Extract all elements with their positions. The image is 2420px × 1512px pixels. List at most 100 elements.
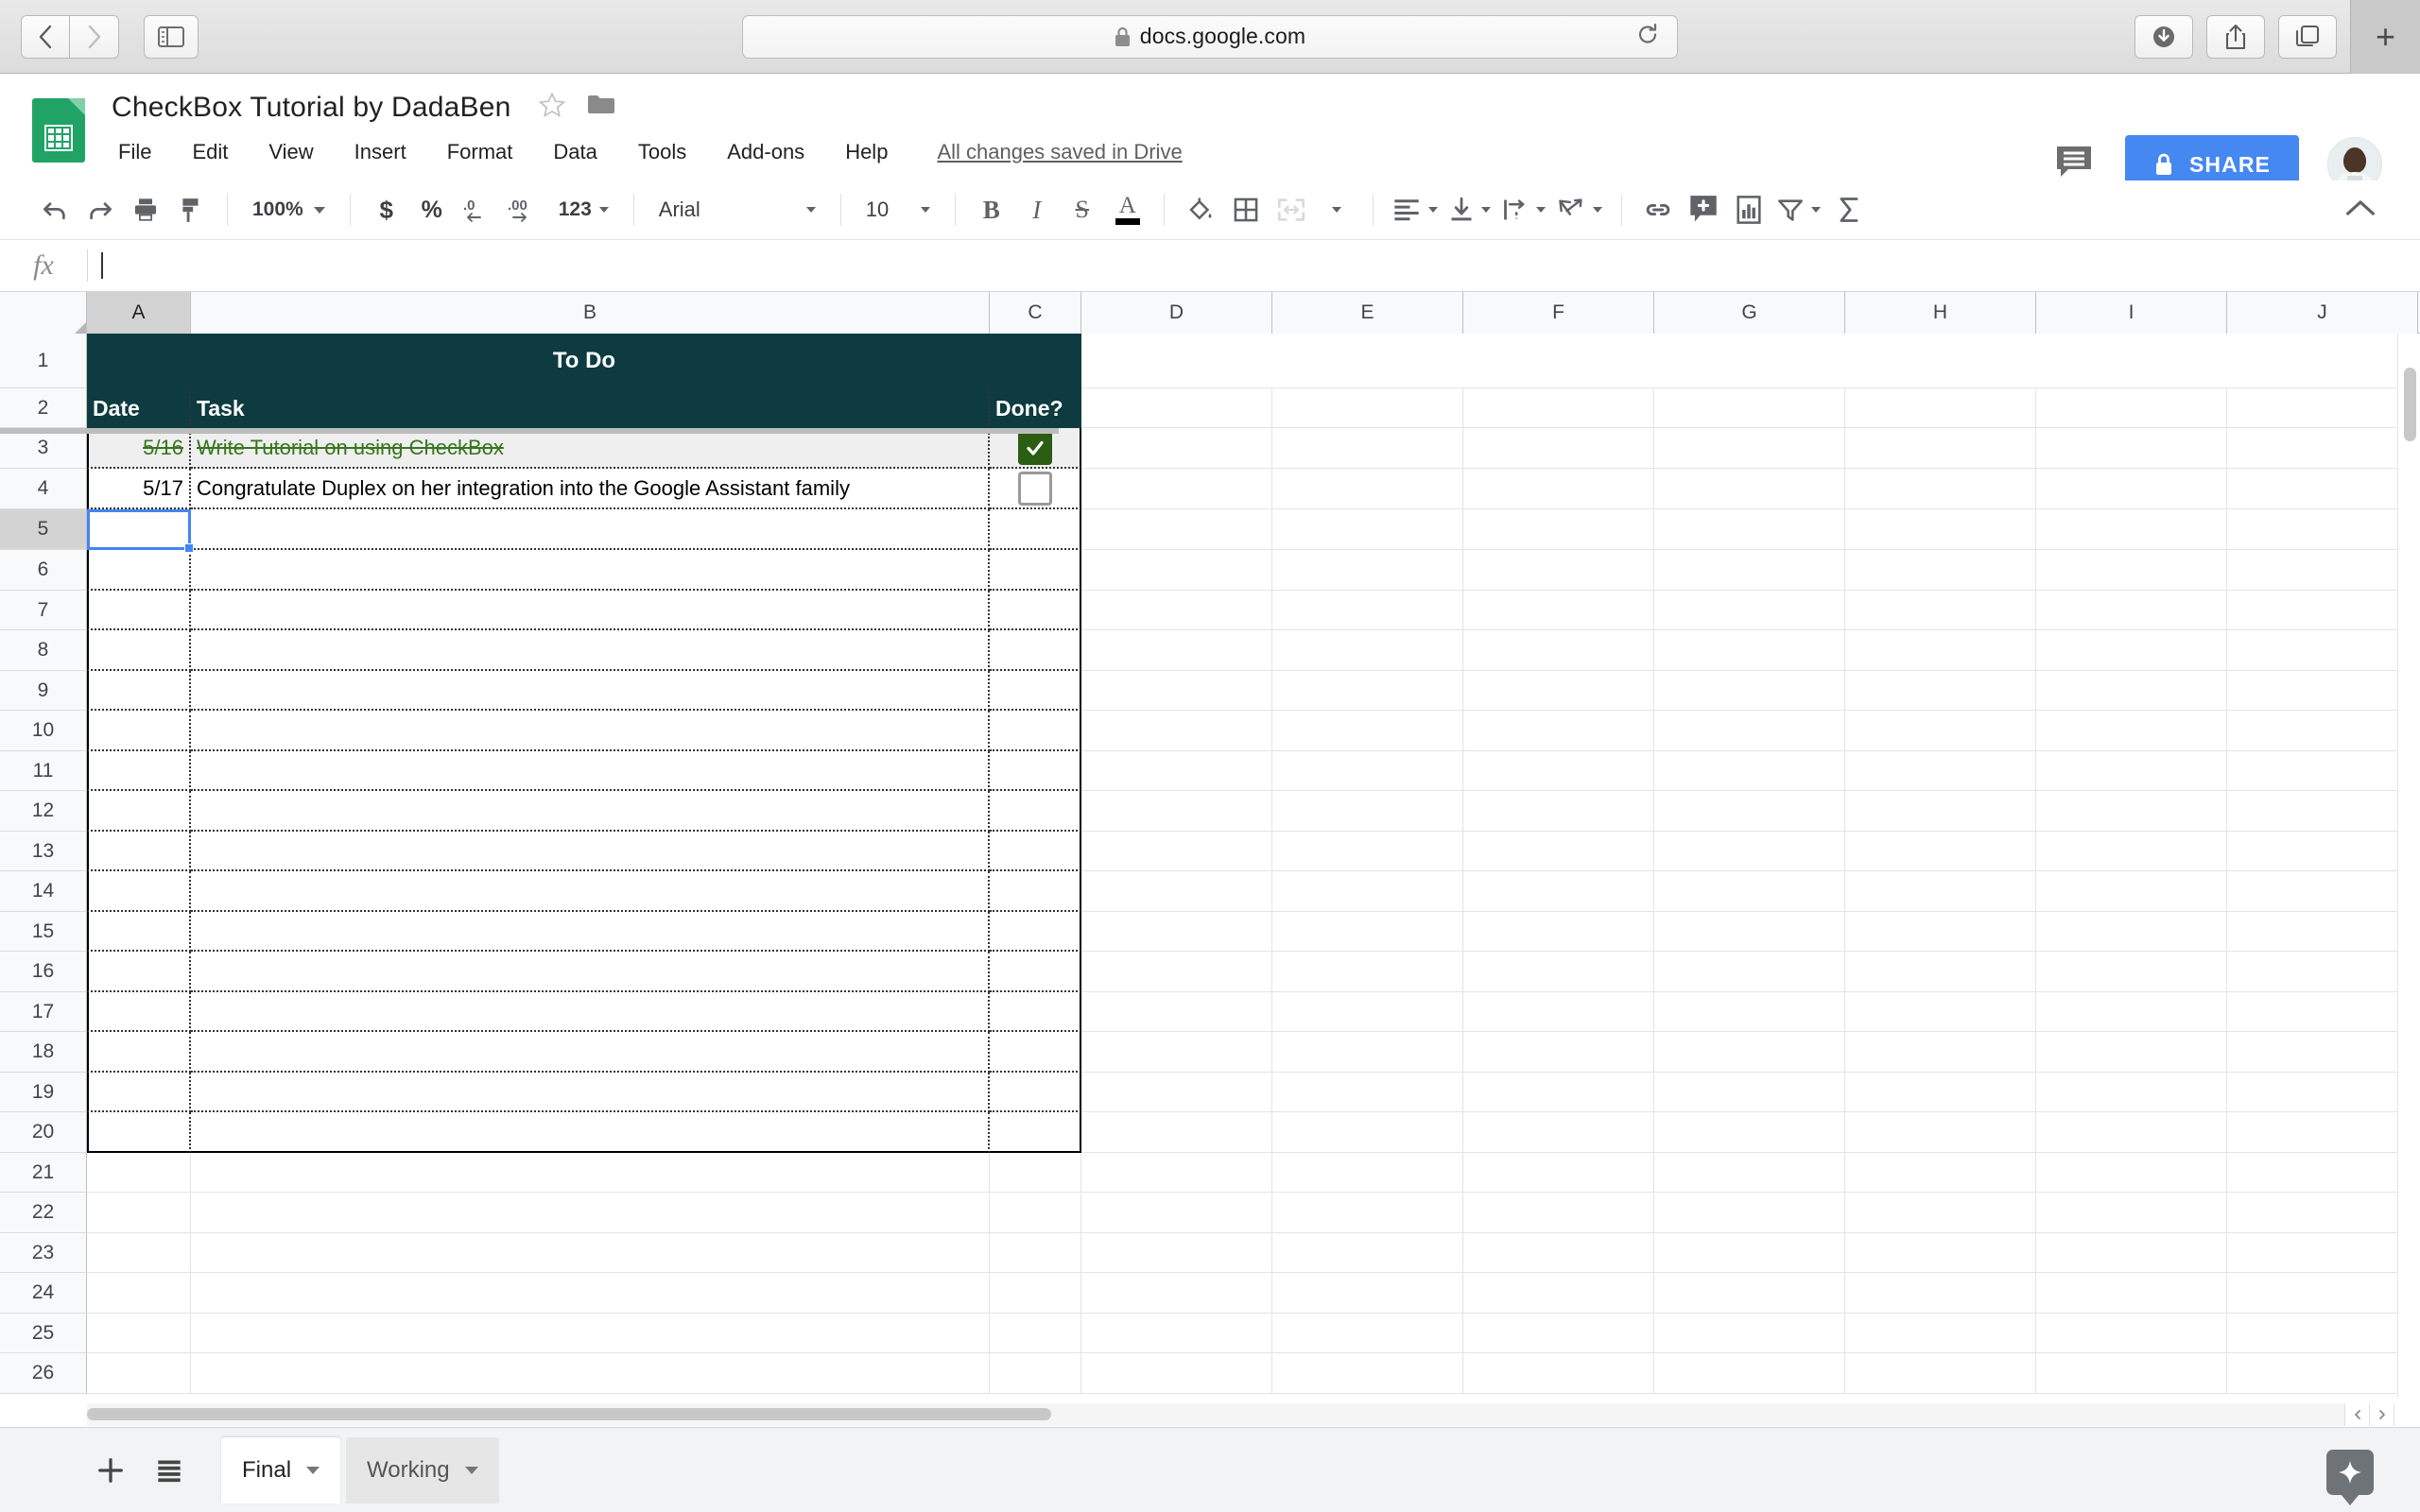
column-header-F[interactable]: F <box>1463 292 1654 334</box>
text-rotation-button[interactable] <box>1551 187 1608 232</box>
cell-I12[interactable] <box>2036 791 2227 832</box>
frozen-rows-divider[interactable] <box>0 428 1059 434</box>
cell-E9[interactable] <box>1272 671 1463 711</box>
table-banner-cell[interactable]: To Do <box>87 334 1081 388</box>
select-all-corner[interactable] <box>0 292 87 334</box>
cell-B18[interactable] <box>191 1032 990 1073</box>
cell-E3[interactable] <box>1272 428 1463 469</box>
cell-E20[interactable] <box>1272 1112 1463 1153</box>
cell-H11[interactable] <box>1845 751 2036 791</box>
cell-G11[interactable] <box>1654 751 1845 791</box>
cell-F19[interactable] <box>1463 1073 1654 1112</box>
cell-J2[interactable] <box>2227 388 2418 428</box>
cell-E16[interactable] <box>1272 952 1463 992</box>
undo-button[interactable] <box>32 187 78 232</box>
cell-J21[interactable] <box>2227 1153 2418 1193</box>
cell-G9[interactable] <box>1654 671 1845 711</box>
chevron-down-icon[interactable] <box>465 1467 478 1474</box>
cell-I6[interactable] <box>2036 550 2227 591</box>
forward-button[interactable] <box>70 15 119 59</box>
cell-A4[interactable]: 5/17 <box>87 469 191 509</box>
cell-D15[interactable] <box>1081 912 1272 952</box>
cell-A13[interactable] <box>87 832 191 871</box>
cell-F26[interactable] <box>1463 1353 1654 1394</box>
menu-edit[interactable]: Edit <box>187 137 233 167</box>
cell-G19[interactable] <box>1654 1073 1845 1112</box>
cell-A25[interactable] <box>87 1314 191 1353</box>
share-button[interactable] <box>2206 15 2265 59</box>
cell-H1[interactable] <box>1845 334 2036 388</box>
cell-B6[interactable] <box>191 550 990 591</box>
checkbox-unchecked[interactable] <box>1018 472 1052 506</box>
cell-A10[interactable] <box>87 711 191 751</box>
fill-color-button[interactable] <box>1178 187 1223 232</box>
cell-A15[interactable] <box>87 912 191 952</box>
cell-B8[interactable] <box>191 630 990 671</box>
cell-F3[interactable] <box>1463 428 1654 469</box>
cell-A9[interactable] <box>87 671 191 711</box>
cell-J9[interactable] <box>2227 671 2418 711</box>
cell-E7[interactable] <box>1272 591 1463 630</box>
address-bar[interactable]: docs.google.com <box>742 15 1678 59</box>
sheet-tab-final[interactable]: Final <box>221 1437 340 1503</box>
cell-B5[interactable] <box>191 509 990 550</box>
cell-B16[interactable] <box>191 952 990 992</box>
reload-button[interactable] <box>1635 22 1660 51</box>
cell-A22[interactable] <box>87 1193 191 1233</box>
cell-D23[interactable] <box>1081 1233 1272 1273</box>
menu-help[interactable]: Help <box>840 137 892 167</box>
increase-decimal-button[interactable]: .00 <box>500 187 547 232</box>
cell-I13[interactable] <box>2036 832 2227 871</box>
cell-B22[interactable] <box>191 1193 990 1233</box>
formula-input[interactable] <box>88 239 2420 292</box>
cell-C8[interactable] <box>990 630 1081 671</box>
cell-F10[interactable] <box>1463 711 1654 751</box>
cell-C4[interactable] <box>990 469 1081 509</box>
cell-G21[interactable] <box>1654 1153 1845 1193</box>
cell-J19[interactable] <box>2227 1073 2418 1112</box>
horizontal-align-button[interactable] <box>1387 187 1443 232</box>
cell-I9[interactable] <box>2036 671 2227 711</box>
cell-J6[interactable] <box>2227 550 2418 591</box>
cell-J18[interactable] <box>2227 1032 2418 1073</box>
merge-cells-dropdown[interactable] <box>1314 187 1359 232</box>
tab-overview-button[interactable] <box>2278 15 2337 59</box>
cell-C5[interactable] <box>990 509 1081 550</box>
cell-F15[interactable] <box>1463 912 1654 952</box>
cell-D22[interactable] <box>1081 1193 1272 1233</box>
cell-F24[interactable] <box>1463 1273 1654 1314</box>
cell-H17[interactable] <box>1845 992 2036 1032</box>
cell-J24[interactable] <box>2227 1273 2418 1314</box>
row-header-6[interactable]: 6 <box>0 550 87 591</box>
cell-E8[interactable] <box>1272 630 1463 671</box>
currency-format-button[interactable]: $ <box>364 187 409 232</box>
cell-C13[interactable] <box>990 832 1081 871</box>
menu-addons[interactable]: Add-ons <box>722 137 809 167</box>
cell-C12[interactable] <box>990 791 1081 832</box>
cell-J20[interactable] <box>2227 1112 2418 1153</box>
cell-B20[interactable] <box>191 1112 990 1153</box>
cell-F6[interactable] <box>1463 550 1654 591</box>
row-header-10[interactable]: 10 <box>0 711 87 751</box>
cell-F22[interactable] <box>1463 1193 1654 1233</box>
cell-E23[interactable] <box>1272 1233 1463 1273</box>
cell-H26[interactable] <box>1845 1353 2036 1394</box>
font-size-selector[interactable]: 10 <box>855 187 942 232</box>
cell-H9[interactable] <box>1845 671 2036 711</box>
cell-E26[interactable] <box>1272 1353 1463 1394</box>
cell-E6[interactable] <box>1272 550 1463 591</box>
cell-H3[interactable] <box>1845 428 2036 469</box>
strikethrough-button[interactable]: S <box>1060 187 1105 232</box>
row-header-17[interactable]: 17 <box>0 992 87 1032</box>
menu-file[interactable]: File <box>113 137 156 167</box>
selected-cell-A5[interactable] <box>87 509 191 550</box>
cell-C20[interactable] <box>990 1112 1081 1153</box>
cell-C17[interactable] <box>990 992 1081 1032</box>
cell-A8[interactable] <box>87 630 191 671</box>
cell-G24[interactable] <box>1654 1273 1845 1314</box>
cell-D3[interactable] <box>1081 428 1272 469</box>
back-button[interactable] <box>21 15 70 59</box>
cell-I26[interactable] <box>2036 1353 2227 1394</box>
cell-B7[interactable] <box>191 591 990 630</box>
cell-D11[interactable] <box>1081 751 1272 791</box>
